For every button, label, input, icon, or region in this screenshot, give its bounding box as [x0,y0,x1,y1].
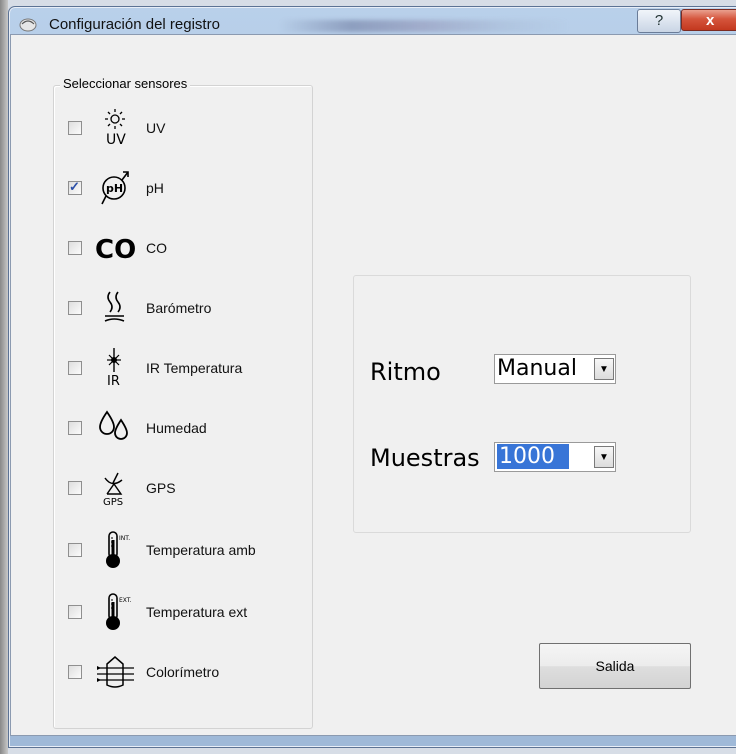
sensor-label-humidity: Humedad [146,420,207,436]
humidity-drops-icon [99,410,128,440]
barometer-icon [104,291,125,322]
sensor-label-colorimeter: Colorímetro [146,664,220,680]
close-button[interactable]: x [681,9,736,31]
sensor-row-co[interactable]: CO CO [68,228,308,268]
sensor-row-ph[interactable]: pH pH [68,168,308,208]
rate-value: Manual [497,356,577,381]
window-title: Configuración del registro [49,16,220,33]
sensor-checkbox-co[interactable] [68,241,82,255]
uv-icon-text: UV [106,132,126,148]
sensor-checkbox-humidity[interactable] [68,421,82,435]
gps-icon-text: GPS [103,497,123,508]
exit-button[interactable]: Salida [539,643,691,689]
sensor-checkbox-ph[interactable] [68,179,82,195]
sensor-row-uv[interactable]: UV UV [68,108,308,148]
help-button[interactable]: ? [637,9,681,33]
sensor-checkbox-ir-temperature[interactable] [68,361,82,375]
sensor-row-ambient-temperature[interactable]: INT. Temperatura amb [68,530,308,570]
sensor-checkbox-uv[interactable] [68,121,82,135]
sensor-label-gps: GPS [146,480,176,496]
co-icon-text: CO [95,235,136,265]
settings-panel: Ritmo Manual ▼ Muestras 1000 ▼ [353,275,691,533]
sensor-row-external-temperature[interactable]: EXT. Temperatura ext [68,592,308,632]
sensor-group-title: Seleccionar sensores [60,76,191,91]
sensor-label-barometer: Barómetro [146,300,212,316]
sensor-label-ir-temperature: IR Temperatura [146,360,243,376]
sensor-row-ir-temperature[interactable]: IR IR Temperatura [68,348,308,388]
background-window-edge [0,0,8,754]
samples-value: 1000 [497,444,569,469]
sensor-row-barometer[interactable]: Barómetro [68,288,308,328]
samples-label: Muestras [370,444,480,472]
rate-dropdown-arrow-icon[interactable]: ▼ [594,358,614,380]
sensor-row-colorimeter[interactable]: Colorímetro [68,652,308,692]
sensor-label-ambient-temperature: Temperatura amb [146,542,256,558]
sensor-label-co: CO [146,240,167,256]
app-icon [19,18,37,32]
sensor-checkbox-barometer[interactable] [68,301,82,315]
ir-icon-text: IR [107,374,120,388]
thermometer-int-icon: INT. [106,531,130,568]
sensor-label-uv: UV [146,120,166,136]
blurred-title-region [279,20,569,32]
sensor-checkbox-colorimeter[interactable] [68,665,82,679]
rate-label: Ritmo [370,358,441,386]
ext-icon-text: EXT. [119,597,132,604]
colorimeter-icon [97,656,134,688]
int-icon-text: INT. [119,535,130,542]
sensor-label-ph: pH [146,180,164,196]
thermometer-ext-icon: EXT. [106,593,132,630]
samples-dropdown-arrow-icon[interactable]: ▼ [594,446,614,468]
dialog-client-area: Seleccionar sensores UV UV ✓ pH pH CO CO… [10,34,736,736]
sensor-row-humidity[interactable]: Humedad [68,408,308,448]
rate-combobox[interactable]: Manual ▼ [494,354,616,384]
sensor-checkbox-ambient-temperature[interactable] [68,543,82,557]
samples-combobox[interactable]: 1000 ▼ [494,442,616,472]
ir-temperature-icon: IR [107,348,121,388]
sun-uv-icon: UV [105,109,126,148]
sensor-groupbox: Seleccionar sensores UV UV ✓ pH pH CO CO… [53,76,313,729]
sensor-row-gps[interactable]: GPS GPS [68,468,308,508]
satellite-gps-icon: GPS [103,472,123,508]
ph-probe-icon: pH [101,171,129,205]
sensor-checkbox-gps[interactable] [68,481,82,495]
sensor-checkbox-external-temperature[interactable] [68,605,82,619]
ph-icon-text: pH [106,182,123,195]
sensor-label-external-temperature: Temperatura ext [146,604,248,620]
co-gas-icon: CO [95,235,136,265]
